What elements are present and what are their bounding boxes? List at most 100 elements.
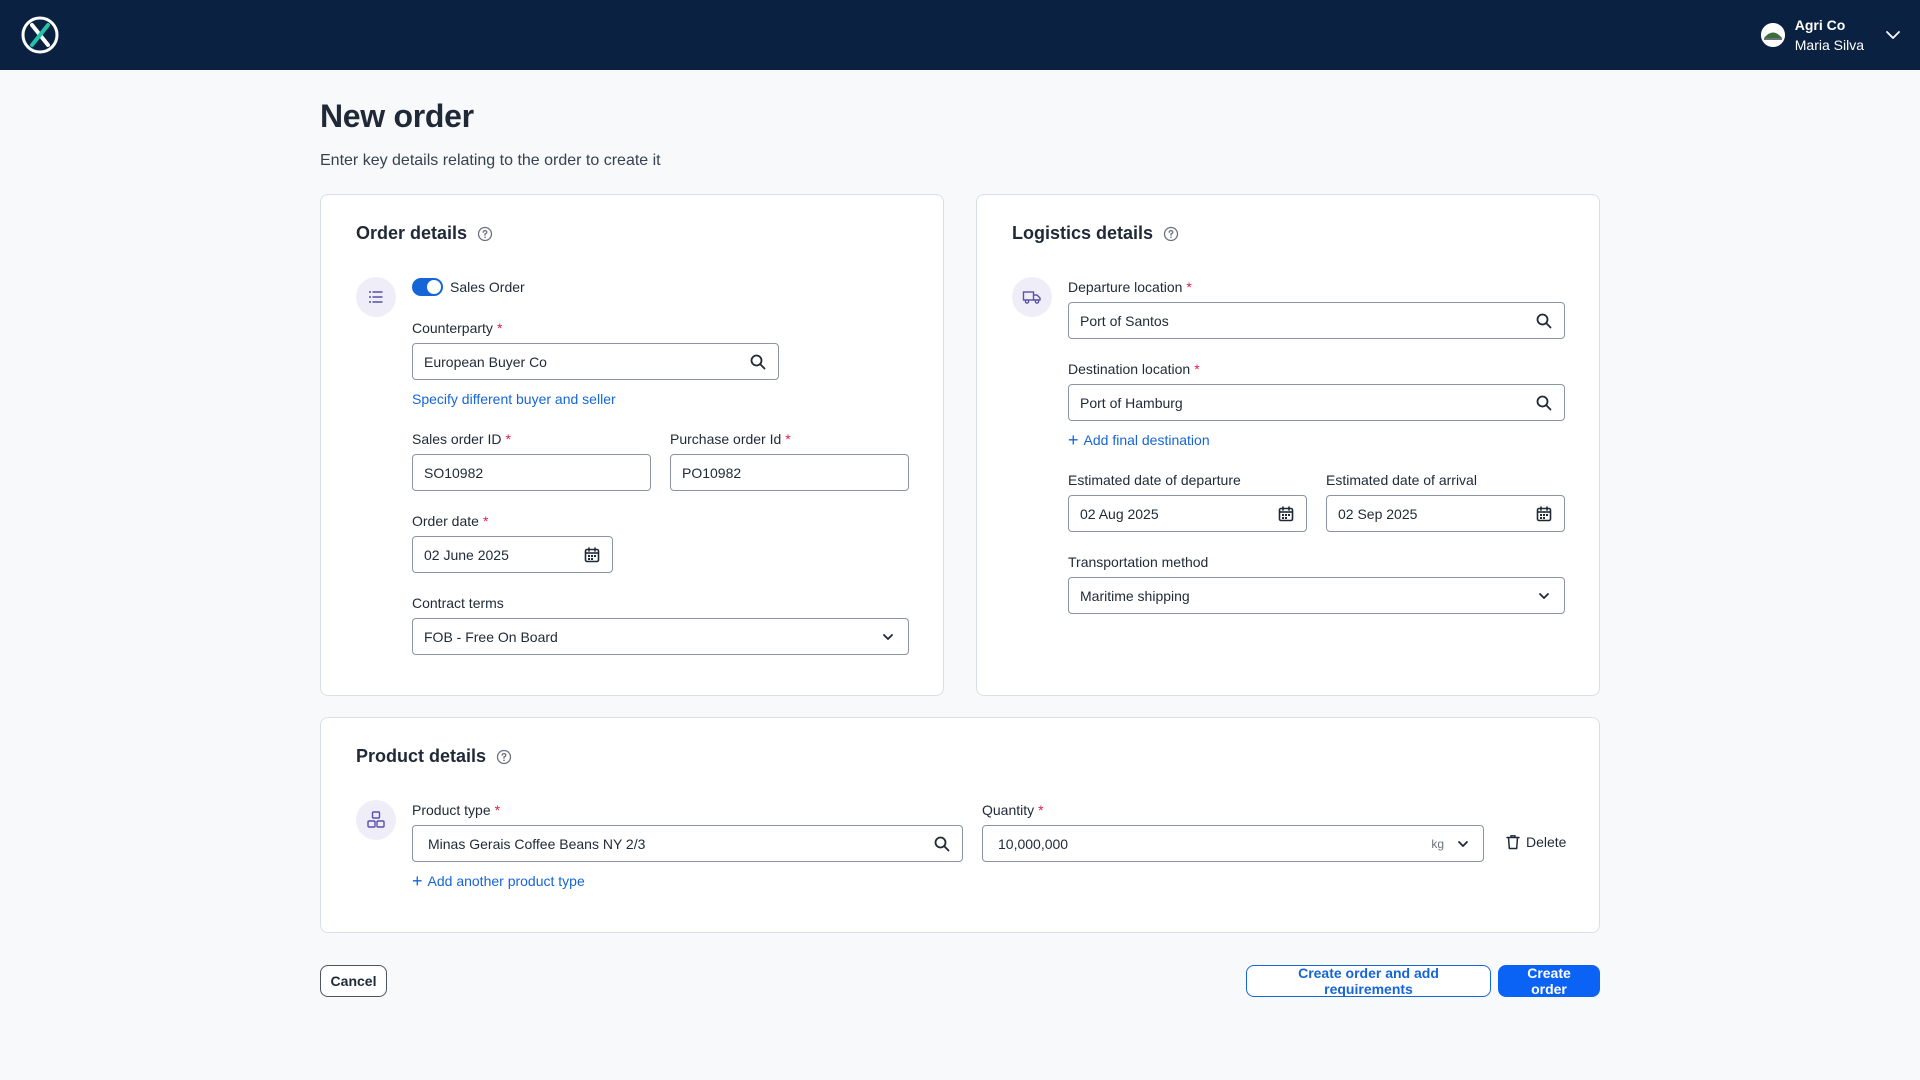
product-details-card: Product details Product type * Minas Gera… — [320, 717, 1600, 933]
list-icon — [369, 291, 383, 303]
create-order-button[interactable]: Create order — [1498, 965, 1600, 997]
product-type-value: Minas Gerais Coffee Beans NY 2/3 — [428, 835, 646, 852]
destination-location-label-text: Destination location — [1068, 361, 1191, 377]
destination-location-field[interactable]: Port of Hamburg — [1068, 384, 1565, 421]
search-icon[interactable] — [1535, 394, 1553, 412]
product-details-title: Product details — [356, 746, 512, 767]
add-final-destination-text: Add final destination — [1083, 432, 1210, 448]
toggle-knob — [427, 280, 441, 294]
user-name: Maria Silva — [1794, 37, 1864, 53]
product-type-label: Product type * — [412, 802, 500, 818]
required-asterisk: * — [1038, 802, 1044, 818]
required-asterisk: * — [1186, 279, 1192, 295]
departure-date-value: 02 Aug 2025 — [1080, 505, 1159, 522]
delete-label: Delete — [1526, 834, 1567, 850]
logistics-section-icon-wrap — [1012, 277, 1052, 317]
chevron-down-icon[interactable] — [1884, 26, 1902, 44]
required-asterisk: * — [1194, 361, 1200, 377]
purchase-order-id-value: PO10982 — [682, 464, 742, 481]
counterparty-label-text: Counterparty — [412, 320, 493, 336]
required-asterisk: * — [496, 320, 503, 336]
sales-order-id-label: Sales order ID * — [412, 431, 511, 447]
sales-order-toggle[interactable] — [412, 278, 443, 296]
plus-icon: + — [1068, 430, 1079, 450]
quantity-value: 10,000,000 — [998, 835, 1069, 852]
arrival-date-label: Estimated date of arrival — [1326, 472, 1477, 488]
chevron-down-icon[interactable] — [1454, 835, 1472, 853]
required-asterisk: * — [785, 431, 791, 447]
search-icon[interactable] — [749, 353, 767, 371]
required-asterisk: * — [505, 431, 511, 447]
logistics-details-title-text: Logistics details — [1012, 223, 1154, 243]
destination-location-value: Port of Hamburg — [1080, 394, 1183, 411]
transport-method-value: Maritime shipping — [1080, 587, 1190, 604]
purchase-order-id-label-text: Purchase order Id — [670, 431, 782, 447]
quantity-label: Quantity * — [982, 802, 1044, 818]
product-type-label-text: Product type — [412, 802, 491, 818]
destination-location-label: Destination location * — [1068, 361, 1200, 377]
quantity-field[interactable]: 10,000,000 kg — [982, 825, 1484, 862]
purchase-order-id-field[interactable]: PO10982 — [670, 454, 909, 491]
departure-location-label-text: Departure location — [1068, 279, 1183, 295]
boxes-icon — [367, 811, 385, 828]
calendar-icon[interactable] — [1277, 505, 1295, 523]
trash-icon — [1506, 835, 1520, 850]
cancel-button[interactable]: Cancel — [320, 965, 387, 997]
contract-terms-label: Contract terms — [412, 595, 504, 611]
counterparty-value: European Buyer Co — [424, 353, 547, 370]
add-another-product-text: Add another product type — [427, 873, 585, 889]
departure-date-label: Estimated date of departure — [1068, 472, 1241, 488]
counterparty-field[interactable]: European Buyer Co — [412, 343, 779, 380]
order-date-label-text: Order date — [412, 513, 479, 529]
departure-location-label: Departure location * — [1068, 279, 1192, 295]
product-details-title-text: Product details — [356, 746, 487, 766]
help-icon[interactable] — [1163, 226, 1179, 242]
arrival-date-value: 02 Sep 2025 — [1338, 505, 1418, 522]
page-subtitle: Enter key details relating to the order … — [320, 152, 661, 169]
plus-icon: + — [412, 871, 423, 891]
transport-method-label: Transportation method — [1068, 554, 1209, 570]
chevron-down-icon[interactable] — [879, 628, 897, 646]
sales-order-toggle-label: Sales Order — [450, 279, 525, 295]
help-icon[interactable] — [477, 226, 493, 242]
search-icon[interactable] — [1535, 312, 1553, 330]
add-final-destination-link[interactable]: + Add final destination — [1068, 430, 1210, 450]
user-company: Agri Co — [1794, 17, 1846, 33]
purchase-order-id-label: Purchase order Id * — [670, 431, 791, 447]
search-icon[interactable] — [933, 835, 951, 853]
departure-location-field[interactable]: Port of Santos — [1068, 302, 1565, 339]
add-another-product-link[interactable]: + Add another product type — [412, 871, 585, 891]
transport-method-select[interactable]: Maritime shipping — [1068, 577, 1565, 614]
required-asterisk: * — [494, 802, 501, 818]
order-details-title: Order details — [356, 223, 493, 244]
sales-order-id-field[interactable]: SO10982 — [412, 454, 651, 491]
order-section-icon-wrap — [356, 277, 396, 317]
chevron-down-icon[interactable] — [1535, 587, 1553, 605]
product-section-icon-wrap — [356, 800, 396, 840]
order-date-value: 02 June 2025 — [424, 546, 509, 563]
calendar-icon[interactable] — [1535, 505, 1553, 523]
specify-buyer-seller-link[interactable]: Specify different buyer and seller — [412, 391, 616, 407]
required-asterisk: * — [482, 513, 489, 529]
user-menu[interactable]: Agri Co Maria Silva — [1760, 17, 1902, 53]
page-title: New order — [320, 98, 474, 134]
product-type-field[interactable]: Minas Gerais Coffee Beans NY 2/3 — [412, 825, 963, 862]
help-icon[interactable] — [496, 749, 512, 765]
company-logo-icon — [1760, 23, 1785, 47]
logistics-details-title: Logistics details — [1012, 223, 1179, 244]
sales-order-id-value: SO10982 — [424, 464, 484, 481]
contract-terms-select[interactable]: FOB - Free On Board — [412, 618, 909, 655]
arrival-date-field[interactable]: 02 Sep 2025 — [1326, 495, 1565, 532]
order-details-card: Order details Sales Order Counterparty * … — [320, 194, 944, 696]
delete-product-button[interactable]: Delete — [1506, 834, 1566, 850]
truck-icon — [1022, 291, 1041, 304]
departure-location-value: Port of Santos — [1080, 312, 1169, 329]
departure-date-field[interactable]: 02 Aug 2025 — [1068, 495, 1307, 532]
create-order-and-add-requirements-button[interactable]: Create order and add requirements — [1246, 965, 1491, 997]
app-logo-icon[interactable] — [20, 15, 60, 55]
company-avatar — [1760, 23, 1785, 47]
quantity-unit[interactable]: kg — [1431, 837, 1444, 851]
calendar-icon[interactable] — [583, 546, 601, 564]
order-date-field[interactable]: 02 June 2025 — [412, 536, 613, 573]
counterparty-label: Counterparty * — [412, 320, 502, 336]
